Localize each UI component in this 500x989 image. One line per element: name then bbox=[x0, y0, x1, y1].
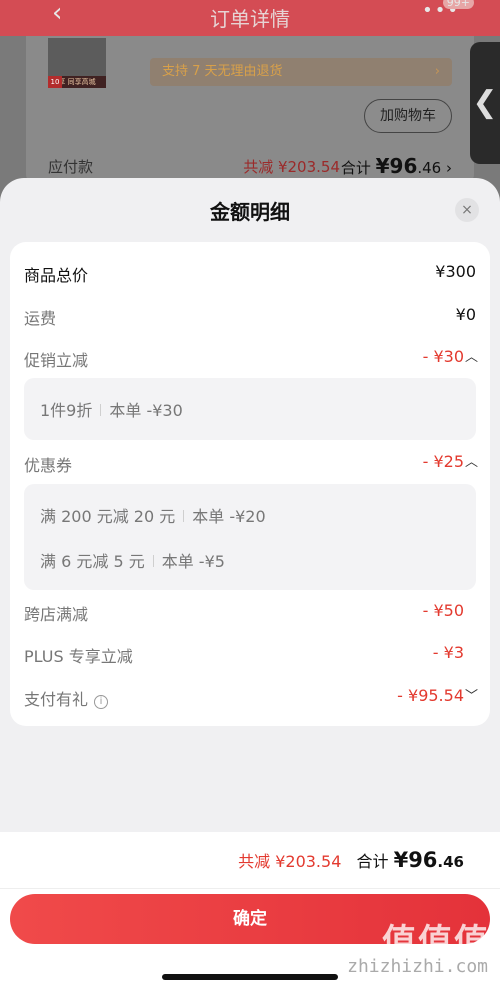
cross-store-value: - ¥50 bbox=[422, 601, 464, 620]
payable-total-label: 合计 bbox=[340, 159, 376, 177]
cross-store-label: 跨店满减 bbox=[24, 605, 89, 624]
message-badge: 99+ bbox=[442, 0, 474, 9]
home-indicator[interactable] bbox=[162, 974, 338, 980]
promotion-row[interactable]: 促销立减 - ¥30 ︿ bbox=[24, 346, 478, 371]
payable-label: 应付款 bbox=[48, 158, 94, 176]
payable-total-amount: ¥96 bbox=[375, 154, 418, 178]
shipping-row: 运费 ¥0 bbox=[24, 305, 476, 329]
plus-discount-label: PLUS 专享立减 bbox=[24, 647, 133, 666]
coupon-detail-line: 满 6 元减 5 元本单 -¥5 bbox=[40, 548, 225, 572]
info-icon[interactable]: i bbox=[94, 695, 109, 709]
close-icon[interactable]: × bbox=[455, 198, 479, 222]
divider bbox=[183, 510, 185, 522]
return-policy-text: 支持 7 天无理由退货 bbox=[162, 64, 283, 79]
shipping-value: ¥0 bbox=[455, 305, 476, 324]
summary-total-decimal: .46 bbox=[437, 853, 464, 871]
order-detail-header: ‹ 订单详情 ••• 99+ bbox=[0, 0, 500, 36]
promotion-value: - ¥30 bbox=[422, 347, 464, 366]
promotion-label: 促销立减 bbox=[24, 351, 89, 370]
payable-reduce: 共减 ¥203.54 bbox=[243, 158, 340, 176]
payment-gift-value: - ¥95.54 bbox=[397, 686, 464, 705]
cross-store-row: 跨店满减 - ¥50 bbox=[24, 601, 476, 625]
sheet-title: 金额明细 bbox=[210, 200, 290, 224]
payment-gift-row[interactable]: 支付有礼 i - ¥95.54 ﹀ bbox=[24, 685, 478, 710]
divider bbox=[152, 555, 154, 567]
coupon-detail-box: 满 200 元减 20 元本单 -¥20 满 6 元减 5 元本单 -¥5 bbox=[24, 484, 476, 590]
coupon-row[interactable]: 优惠券 - ¥25 ︿ bbox=[24, 451, 478, 476]
goods-total-value: ¥300 bbox=[435, 262, 476, 281]
coupon-detail-amount: 本单 -¥5 bbox=[161, 552, 225, 571]
summary-reduce: 共减 ¥203.54 bbox=[238, 852, 342, 871]
coupon-detail-amount: 本单 -¥20 bbox=[192, 507, 266, 526]
return-policy-bar[interactable]: 支持 7 天无理由退货 › bbox=[150, 58, 452, 86]
payable-row: 应付款 共减 ¥203.54 合计 ¥96.46 › bbox=[48, 154, 452, 178]
payable-total-decimal: .46 bbox=[417, 159, 442, 177]
coupon-value: - ¥25 bbox=[422, 452, 464, 471]
promotion-detail-line: 1件9折 本单 -¥30 bbox=[40, 397, 183, 421]
chevron-down-icon[interactable]: ﹀ bbox=[465, 685, 478, 704]
chevron-up-icon[interactable]: ︿ bbox=[465, 346, 478, 365]
divider bbox=[0, 888, 500, 889]
order-summary: 共减 ¥203.54 合计 ¥96.46 bbox=[238, 848, 464, 872]
add-to-cart-button[interactable]: 加购物车 bbox=[364, 99, 452, 133]
goods-total-label: 商品总价 bbox=[24, 266, 89, 285]
coupon-detail-line: 满 200 元减 20 元本单 -¥20 bbox=[40, 503, 266, 527]
shipping-label: 运费 bbox=[24, 309, 57, 328]
coupon-label: 优惠券 bbox=[24, 456, 73, 475]
bottom-summary-bar: 共减 ¥203.54 合计 ¥96.46 确定 值值值 zhizhizhi.co… bbox=[0, 832, 500, 989]
payment-gift-label: 支付有礼 i bbox=[24, 686, 109, 710]
plus-discount-value: - ¥3 bbox=[432, 643, 464, 662]
coupon-detail-name: 满 6 元减 5 元 bbox=[40, 552, 145, 571]
coupon-detail-name: 满 200 元减 20 元 bbox=[40, 507, 176, 526]
promotion-detail-box: 1件9折 本单 -¥30 bbox=[24, 378, 476, 440]
goods-total-row: 商品总价 ¥300 bbox=[24, 262, 476, 286]
chevron-right-icon: › bbox=[434, 64, 440, 79]
promotion-detail-amount: 本单 -¥30 bbox=[109, 401, 183, 420]
side-collapse-tab[interactable]: ❮ bbox=[470, 42, 500, 164]
payable-total[interactable]: 合计 ¥96.46 › bbox=[341, 154, 452, 178]
amount-detail-card: 商品总价 ¥300 运费 ¥0 促销立减 - ¥30 ︿ 1件9折 本单 -¥30… bbox=[10, 242, 490, 726]
promotion-detail-name: 1件9折 bbox=[40, 401, 93, 420]
summary-total-amount: ¥96 bbox=[393, 848, 438, 872]
divider bbox=[100, 404, 102, 416]
plus-discount-row: PLUS 专享立减 - ¥3 bbox=[24, 643, 476, 667]
payment-gift-text: 支付有礼 bbox=[24, 690, 89, 709]
chevron-up-icon[interactable]: ︿ bbox=[465, 451, 478, 470]
summary-total-label: 合计 bbox=[356, 852, 394, 871]
product-thumbnail-tag: 10 bbox=[48, 76, 62, 88]
watermark-url: zhizhizhi.com bbox=[347, 956, 488, 977]
